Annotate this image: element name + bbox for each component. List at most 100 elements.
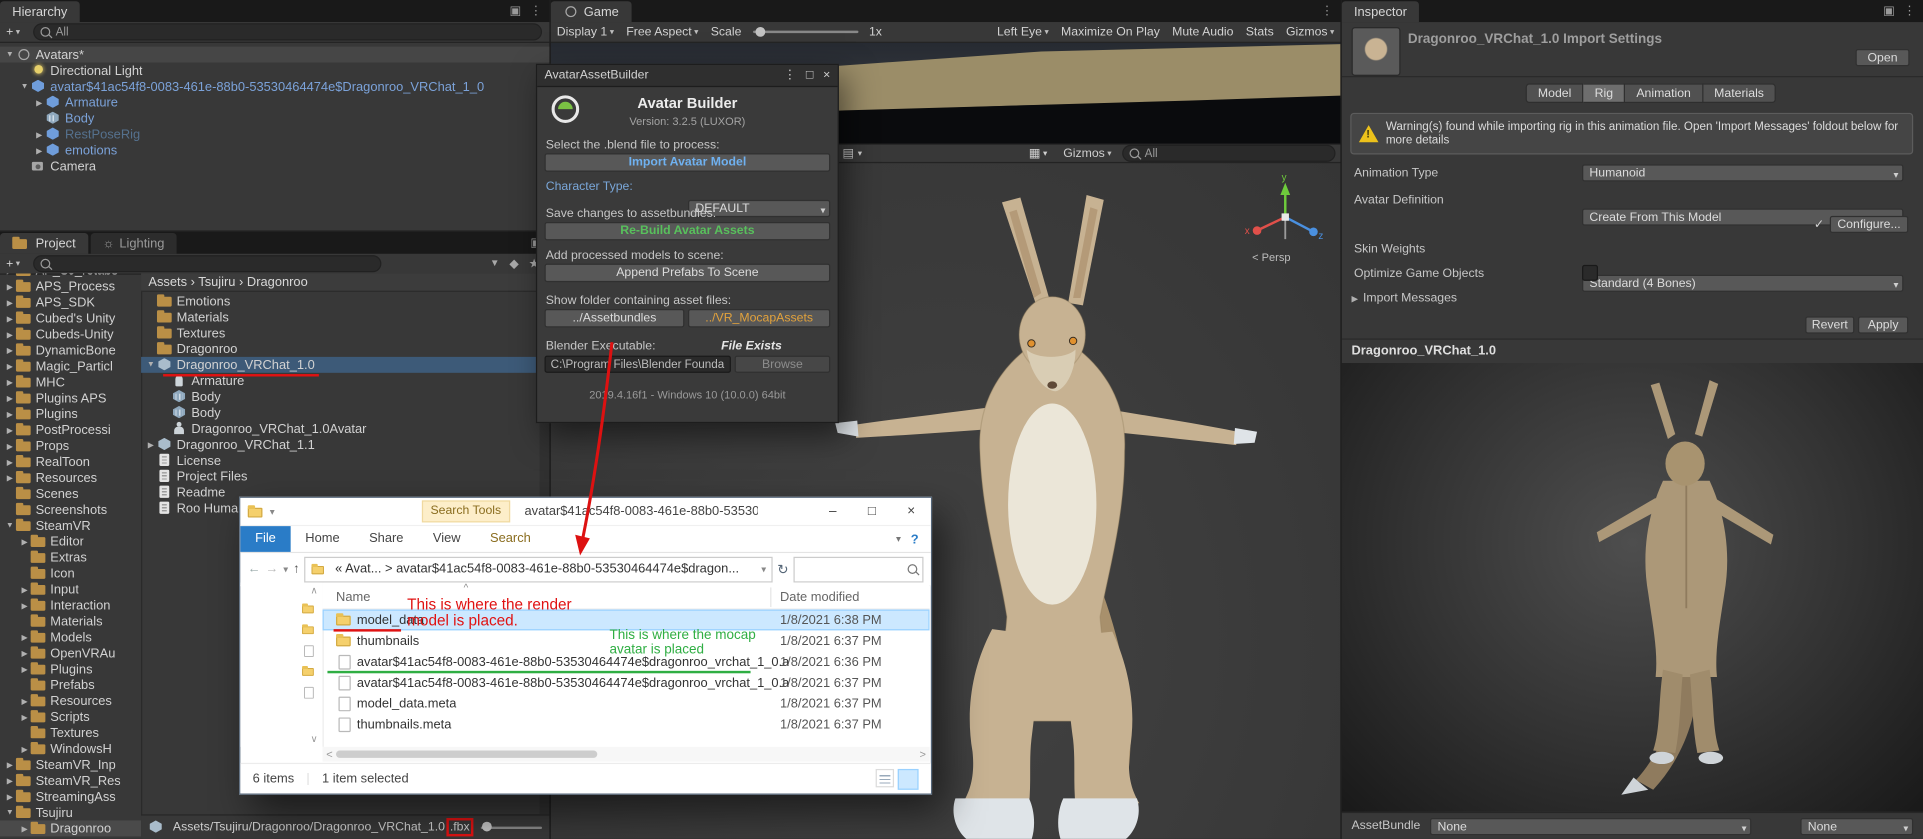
address-caret-icon[interactable]: ▾: [761, 564, 766, 575]
folder-tree-item[interactable]: ▶ Input: [0, 581, 141, 597]
tab-hierarchy[interactable]: Hierarchy: [0, 1, 80, 23]
folder-tree-item[interactable]: ▶ RealToon: [0, 454, 141, 470]
folder-tree-item[interactable]: ▶ SteamVR_Res: [0, 773, 141, 789]
forward-icon[interactable]: →: [266, 562, 279, 577]
asset-row[interactable]: ▼ Dragonroo_VRChat_1.0: [141, 356, 540, 373]
mute-audio-toggle[interactable]: Mute Audio: [1166, 25, 1240, 38]
expand-arrow-icon[interactable]: ▶: [18, 537, 30, 547]
perspective-label[interactable]: < Persp: [1252, 251, 1290, 263]
expand-arrow-icon[interactable]: ▶: [18, 584, 30, 595]
folder-tree-item[interactable]: Extras: [0, 549, 141, 565]
ribbon-tab[interactable]: Search: [475, 526, 545, 552]
hierarchy-create-button[interactable]: + ▾: [0, 25, 26, 38]
qat-caret-icon[interactable]: ▾: [270, 506, 275, 517]
file-row[interactable]: model_data.meta 1/8/2021 6:37 PM: [323, 693, 930, 714]
search-by-label-icon[interactable]: ◆: [509, 257, 518, 270]
hierarchy-item[interactable]: Camera: [0, 158, 549, 174]
horizontal-scrollbar[interactable]: < >: [322, 746, 930, 762]
folder-tree-item[interactable]: ▶ Plugins APS: [0, 390, 141, 406]
folder-tree-item[interactable]: ▶ Resources: [0, 470, 141, 486]
expand-arrow-icon[interactable]: ▶: [4, 425, 16, 435]
expand-arrow-icon[interactable]: ▶: [4, 273, 16, 275]
rebuild-avatar-assets-button[interactable]: Re-Build Avatar Assets: [544, 221, 831, 241]
hierarchy-menu-kebab-icon[interactable]: ⋮: [530, 4, 542, 17]
scene-shading-icon[interactable]: ▦: [1029, 147, 1041, 160]
folder-tree-item[interactable]: ▶ DynamicBone: [0, 342, 141, 358]
asset-row[interactable]: Emotions: [141, 293, 540, 309]
folder-tree-item[interactable]: ▶ WindowsH: [0, 741, 141, 757]
ribbon-tab[interactable]: View: [418, 526, 475, 552]
expand-arrow-icon[interactable]: ▶: [18, 696, 30, 706]
help-icon[interactable]: ?: [911, 532, 931, 547]
scene-tools-caret[interactable]: ▾: [858, 148, 862, 159]
tab-inspector[interactable]: Inspector: [1341, 1, 1420, 23]
expand-arrow-icon[interactable]: ▶: [4, 457, 16, 467]
expand-arrow-icon[interactable]: ▶: [4, 409, 16, 419]
tab-game[interactable]: Game: [550, 1, 632, 23]
hierarchy-item[interactable]: ▶ Armature: [0, 94, 549, 110]
minimize-icon[interactable]: –: [813, 498, 852, 525]
folder-tree-item[interactable]: Prefabs: [0, 677, 141, 693]
asset-row[interactable]: Dragonroo: [141, 341, 540, 357]
folder-tree-item[interactable]: ▶ Resources: [0, 693, 141, 709]
file-row[interactable]: avatar$41ac54f8-0083-461e-88b0-535304644…: [323, 651, 930, 672]
import-avatar-model-button[interactable]: Import Avatar Model: [544, 153, 831, 172]
folder-tree-item[interactable]: ▶ Cubeds-Unity: [0, 326, 141, 342]
navigation-pane[interactable]: ∧ ∨: [240, 582, 324, 747]
expand-arrow-icon[interactable]: ▼: [4, 50, 16, 59]
expand-arrow-icon[interactable]: ▶: [4, 792, 16, 802]
game-menu-kebab-icon[interactable]: ⋮: [1321, 4, 1333, 17]
expand-arrow-icon[interactable]: ▶: [18, 824, 30, 834]
aspect-dropdown[interactable]: Free Aspect ▾: [620, 25, 704, 38]
builder-close-icon[interactable]: ×: [823, 69, 830, 82]
optimize-game-objects-checkbox[interactable]: [1582, 264, 1598, 281]
hierarchy-item[interactable]: ▼ avatar$41ac54f8-0083-461e-88b0-5353046…: [0, 78, 549, 94]
expand-arrow-icon[interactable]: ▼: [145, 361, 157, 370]
expand-arrow-icon[interactable]: ▼: [4, 808, 16, 817]
import-tab[interactable]: Materials: [1703, 83, 1777, 104]
scene-shading-caret[interactable]: ▾: [1043, 148, 1047, 159]
inspector-lock-icon[interactable]: ▣: [1883, 4, 1895, 17]
expand-arrow-icon[interactable]: ▶: [4, 760, 16, 770]
project-create-button[interactable]: + ▾: [0, 257, 26, 270]
asset-row[interactable]: ▶ Dragonroo_VRChat_1.1: [141, 437, 540, 453]
skin-weights-dropdown[interactable]: Standard (4 Bones): [1582, 274, 1904, 292]
back-icon[interactable]: ←: [248, 562, 261, 577]
folder-tree-item[interactable]: ▶ PostProcessi: [0, 422, 141, 438]
recent-caret-icon[interactable]: ▾: [283, 564, 288, 575]
folder-tree-item[interactable]: ▶ Cubed's Unity: [0, 310, 141, 326]
expand-arrow-icon[interactable]: ▶: [18, 648, 30, 658]
file-row[interactable]: avatar$41ac54f8-0083-461e-88b0-535304644…: [323, 672, 930, 693]
builder-popout-icon[interactable]: □: [806, 69, 813, 82]
asset-row[interactable]: Dragonroo_VRChat_1.0Avatar: [141, 421, 540, 437]
file-row[interactable]: thumbnails 1/8/2021 6:37 PM: [323, 630, 930, 651]
folder-tree-item[interactable]: Scenes: [0, 486, 141, 502]
browse-button[interactable]: Browse: [734, 355, 831, 373]
scale-slider[interactable]: [752, 26, 858, 37]
asset-row[interactable]: Body: [141, 405, 540, 421]
folder-tree-item[interactable]: ▶ APS_Process: [0, 278, 141, 294]
folder-tree-item[interactable]: ▶ MHC: [0, 374, 141, 390]
nav-scroll-down-icon[interactable]: ∨: [310, 733, 317, 744]
folder-tree-item[interactable]: ▶ StreamingAss: [0, 789, 141, 805]
open-button[interactable]: Open: [1855, 49, 1910, 67]
details-view-toggle-icon[interactable]: [897, 768, 919, 790]
configure-button[interactable]: Configure...: [1829, 215, 1909, 234]
asset-row[interactable]: Body: [141, 389, 540, 405]
expand-arrow-icon[interactable]: ▶: [4, 441, 16, 451]
expand-arrow-icon[interactable]: ▶: [18, 600, 30, 611]
asset-zoom-slider[interactable]: [480, 821, 543, 832]
asset-row[interactable]: Armature: [141, 373, 540, 389]
expand-arrow-icon[interactable]: ▶: [4, 776, 16, 786]
asset-row[interactable]: Materials: [141, 309, 540, 325]
folder-tree-item[interactable]: ▶ Props: [0, 438, 141, 454]
folder-tree-item[interactable]: Icon: [0, 565, 141, 581]
close-icon[interactable]: ×: [892, 498, 931, 525]
import-messages-foldout[interactable]: ▶ Import Messages: [1351, 292, 1457, 305]
folder-tree-item[interactable]: ▶ Models: [0, 629, 141, 645]
asset-row[interactable]: Project Files: [141, 468, 540, 484]
folder-tree-item[interactable]: ▶ SteamVR_Inp: [0, 757, 141, 773]
folder-tree-item[interactable]: ▶ Plugins: [0, 406, 141, 422]
apply-button[interactable]: Apply: [1857, 316, 1909, 334]
builder-titlebar[interactable]: AvatarAssetBuilder ⋮ □ ×: [537, 64, 838, 88]
